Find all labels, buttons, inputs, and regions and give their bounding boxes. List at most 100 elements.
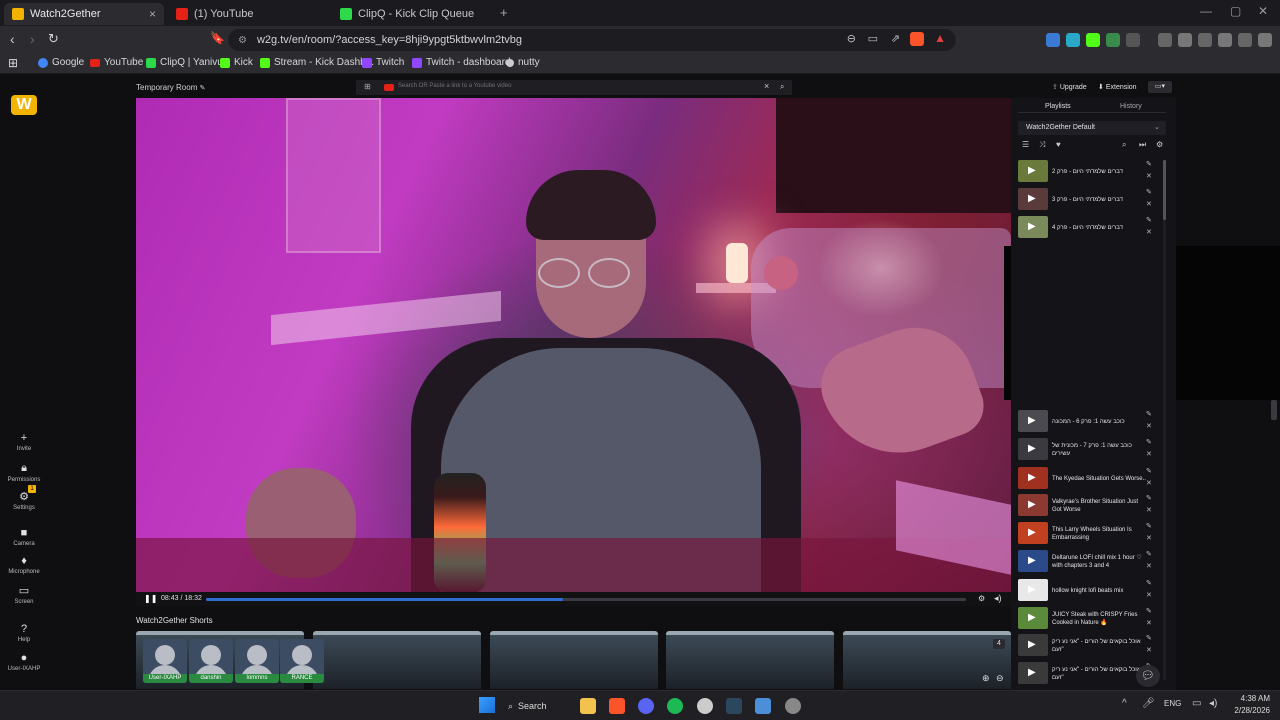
page-scrollbar[interactable] [1271,400,1277,420]
short-card[interactable] [666,631,834,689]
remove-icon[interactable]: ✕ [1146,479,1152,487]
bookmark-icon[interactable]: 🔖 [210,31,225,45]
zoom-in-icon[interactable]: ⊕ [982,673,990,684]
edit-icon[interactable]: ✎ [1146,634,1152,642]
volume-icon[interactable]: ◂) [1209,698,1217,709]
menu-icon[interactable] [1258,33,1272,47]
playlist-item[interactable]: ▶ אוכל בוקאים של הורים - "אני נע ריק זעם"… [1018,634,1163,658]
tab-playlists[interactable]: Playlists [1045,103,1071,110]
progress-bar[interactable] [206,598,966,601]
edit-icon[interactable]: ✎ [1146,550,1152,558]
video-search-bar[interactable]: ⊞ Search OR Paste a link to a Youtube vi… [356,80,792,95]
participant-card[interactable]: RANCE [280,639,324,683]
vpn-icon[interactable] [1238,33,1252,47]
remove-icon[interactable]: ✕ [1146,562,1152,570]
room-title[interactable]: Temporary Room ✎ [136,83,205,92]
minimize-icon[interactable]: — [1200,4,1212,18]
spotify-icon[interactable] [667,698,683,714]
edit-icon[interactable]: ✎ [200,85,206,92]
participant-card[interactable]: lommns [235,639,279,683]
sidebar-icon[interactable] [1178,33,1192,47]
video-player[interactable] [136,98,1011,592]
playlist-item[interactable]: ▶ Valkyrae's Brother Situation Just Got W… [1018,494,1163,518]
share-icon[interactable]: ⇗ [891,32,900,45]
playlist-item[interactable]: ▶ דברים שלמדתי היום - פרק 3 ✎ ✕ [1018,188,1163,212]
playlist-item[interactable]: ▶ hollow knight lofi beats mix ✎ ✕ [1018,579,1163,603]
extension-icon[interactable] [1046,33,1060,47]
upgrade-button[interactable]: ⇪ Upgrade [1052,83,1087,91]
remove-icon[interactable]: ✕ [1146,228,1152,236]
taskbar-search[interactable]: ⌕ Search [508,696,568,716]
zoom-icon[interactable]: ⊖ [847,32,856,45]
app-icon-2[interactable] [785,698,801,714]
tab-history[interactable]: History [1120,103,1142,110]
file-explorer-icon[interactable] [580,698,596,714]
remove-icon[interactable]: ✕ [1146,450,1152,458]
brave-rewards-icon[interactable]: ▲ [934,31,946,45]
skip-icon[interactable]: ⏭ [1139,140,1146,150]
remove-icon[interactable]: ✕ [1146,506,1152,514]
settings-gear-icon[interactable]: ⚙ [978,594,985,603]
tab-clipq[interactable]: ClipQ - Kick Clip Queue [332,3,492,25]
extension-box-icon[interactable] [1126,33,1140,47]
remove-icon[interactable]: ✕ [1146,646,1152,654]
tray-chevron-icon[interactable]: ^ [1122,698,1127,709]
edit-icon[interactable]: ✎ [1146,188,1152,196]
playlist-item[interactable]: ▶ כוכב עשה 1: פרק 6 - המכונה ✎ ✕ [1018,410,1163,434]
edit-icon[interactable]: ✎ [1146,467,1152,475]
remove-icon[interactable]: ✕ [1146,200,1152,208]
cast-icon[interactable]: ▭ [868,32,878,45]
heart-icon[interactable]: ♥ [1056,140,1061,149]
extension-button[interactable]: ⬇ Extension [1098,83,1137,91]
playlist-settings-icon[interactable]: ⚙ [1156,140,1163,149]
grid-icon[interactable]: ⊞ [364,82,371,91]
short-card[interactable] [490,631,658,689]
edit-icon[interactable]: ✎ [1146,607,1152,615]
pause-icon[interactable]: ❚❚ [144,594,157,603]
chat-icon[interactable]: 💬︎ [1136,665,1160,687]
maximize-icon[interactable]: ▢ [1230,4,1241,18]
translate-icon[interactable] [1066,33,1080,47]
user-profile-button[interactable]: ● User-IXAHP [0,652,48,672]
sort-icon[interactable]: ☰ [1022,140,1029,149]
site-info-icon[interactable]: ⚙ [238,35,247,46]
bookmark-clipq[interactable]: ClipQ | Yanivu [146,57,223,68]
playlist-item[interactable]: ▶ Deltarune LOFI chill mix 1 hour ♡ with … [1018,550,1163,574]
shuffle-icon[interactable]: ⤨ [1039,140,1045,150]
close-tab-icon[interactable]: × [149,7,156,21]
remove-icon[interactable]: ✕ [1146,422,1152,430]
extension-kick-icon[interactable] [1086,33,1100,47]
edit-icon[interactable]: ✎ [1146,410,1152,418]
playlist-scrollbar[interactable] [1163,160,1166,680]
brave-icon[interactable] [609,698,625,714]
playlist-item[interactable]: ▶ JUICY Steak with CRISPY Fries Cooked in… [1018,607,1163,631]
remove-icon[interactable]: ✕ [1146,591,1152,599]
permissions-button[interactable]: 🔒︎ Permissions [0,462,48,483]
edit-icon[interactable]: ✎ [1146,160,1152,168]
short-card[interactable] [313,631,481,689]
bookmark-kick[interactable]: Kick [220,57,253,68]
bookmark-twitch[interactable]: Twitch [362,57,404,68]
chatgpt-icon[interactable] [697,698,713,714]
playlist-item[interactable]: ▶ כוכב עשה 1: פרק 7 - מכונית של עשירים ✎ ✕ [1018,438,1163,462]
app-icon[interactable] [755,698,771,714]
help-button[interactable]: ? Help [0,623,48,643]
playlist-item[interactable]: ▶ דברים שלמדתי היום - פרק 2 ✎ ✕ [1018,160,1163,184]
screen-share-button[interactable]: ▭ Screen [0,584,48,605]
discord-icon[interactable] [638,698,654,714]
microphone-button[interactable]: ♦ Microphone [0,555,48,575]
bookmark-youtube[interactable]: YouTube [90,57,143,68]
zoom-out-icon[interactable]: ⊖ [996,673,1004,684]
bookmark-twitch-dashboard[interactable]: Twitch - dashboard [412,57,511,68]
edit-icon[interactable]: ✎ [1146,522,1152,530]
clear-search-icon[interactable]: × [764,81,769,91]
playlist-item[interactable]: ▶ This Larry Wheels Situation Is Embarras… [1018,522,1163,546]
playlist-item[interactable]: ▶ The Kyedae Situation Gets Worse.. ✎ ✕ [1018,467,1163,491]
network-icon[interactable]: ▭ [1192,698,1201,709]
settings-button[interactable]: ⚙ Settings [0,490,48,511]
language-indicator[interactable]: ENG [1164,699,1181,708]
search-playlist-icon[interactable]: ⌕ [1122,140,1126,150]
extension-green-icon[interactable] [1106,33,1120,47]
close-window-icon[interactable]: ✕ [1258,4,1268,18]
tab-youtube[interactable]: (1) YouTube [168,3,328,25]
